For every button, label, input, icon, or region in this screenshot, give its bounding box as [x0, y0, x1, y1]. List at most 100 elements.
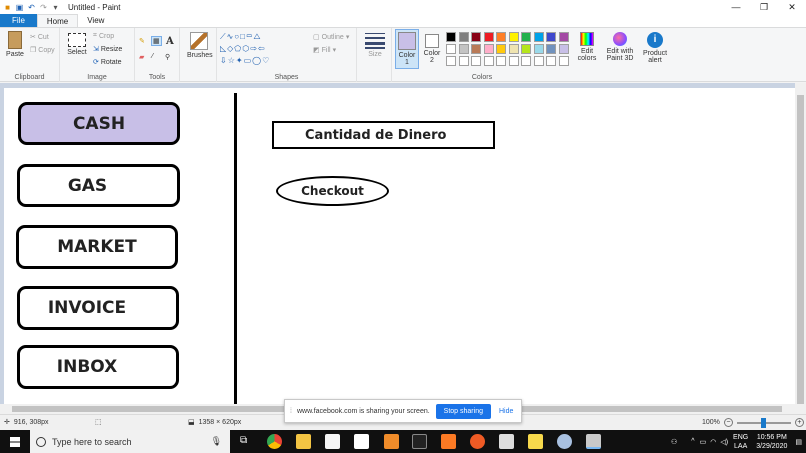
language-indicator[interactable]: ENG LAA [733, 433, 748, 451]
chevron-up-icon[interactable]: ^ [691, 438, 694, 445]
pencil-icon: ✎ [139, 38, 145, 45]
color1-button[interactable]: Color 1 [395, 29, 419, 69]
palette-swatch[interactable] [558, 56, 569, 66]
sublime-icon[interactable] [384, 434, 399, 449]
fill-tool[interactable]: ▦ [151, 36, 162, 46]
volume-icon[interactable]: ◁) [720, 438, 728, 446]
edit-with-paint3d-button[interactable]: Edit with Paint 3D [604, 32, 636, 62]
clock[interactable]: 10:56 PM 3/29/2020 [756, 433, 787, 451]
palette-swatch[interactable] [508, 32, 519, 42]
size-button[interactable]: Size [363, 33, 387, 58]
palette-swatch[interactable] [458, 32, 469, 42]
palette-swatch[interactable] [533, 56, 544, 66]
notifications-icon[interactable]: ▤ [795, 438, 802, 446]
palette-swatch[interactable] [546, 32, 556, 42]
palette-swatch[interactable] [508, 56, 519, 66]
palette-swatch[interactable] [546, 56, 556, 66]
hide-link[interactable]: Hide [499, 408, 513, 415]
zoom-slider-thumb[interactable] [760, 417, 766, 428]
fill-dropdown[interactable]: ◩ Fill ▾ [313, 46, 336, 55]
vertical-scrollbar[interactable] [795, 83, 806, 405]
rotate-button[interactable]: ⟳ Rotate [93, 58, 122, 67]
zoom-out-icon[interactable]: − [723, 418, 733, 427]
pencil-tool[interactable]: ✎ [139, 37, 145, 45]
minimize-button[interactable]: — [722, 0, 750, 14]
palette-swatch[interactable] [496, 56, 506, 66]
palette-swatch[interactable] [533, 44, 544, 54]
color-picker-tool[interactable]: ⁄ [152, 53, 153, 60]
copy-button[interactable]: ❐ Copy [30, 46, 55, 55]
zoom-in-icon[interactable]: + [794, 418, 804, 427]
battery-icon[interactable]: ▭ [700, 438, 707, 446]
palette-swatch[interactable] [558, 32, 569, 42]
calculator-icon[interactable] [499, 434, 514, 449]
palette-swatch[interactable] [496, 44, 506, 54]
palette-swatch[interactable] [508, 44, 519, 54]
file-explorer-icon[interactable] [296, 434, 311, 449]
crop-button[interactable]: ⌗ Crop [93, 32, 114, 40]
microphone-icon[interactable]: 🎙 [211, 436, 222, 447]
brushes-button[interactable]: Brushes [187, 32, 213, 59]
edit-colors-button[interactable]: Edit colors [576, 32, 598, 62]
postman-icon[interactable] [470, 434, 485, 449]
shapes-gallery[interactable]: ⟋∿○□▭△ ◺◇⬠⬡⇨⇦ ⇩☆✦▭◯♡ [220, 31, 308, 67]
palette-swatch[interactable] [446, 44, 456, 54]
paste-button[interactable]: Paste [4, 31, 26, 58]
palette-swatch[interactable] [446, 32, 456, 42]
sticky-notes-icon[interactable] [528, 434, 543, 449]
task-view-icon[interactable]: ⧉ [240, 435, 247, 446]
vertical-scroll-thumb[interactable] [797, 95, 804, 405]
terminal-icon[interactable] [412, 434, 427, 449]
palette-swatch[interactable] [471, 56, 481, 66]
product-alert-button[interactable]: i Product alert [640, 32, 670, 64]
paint-icon[interactable] [586, 434, 601, 449]
taskbar-search[interactable]: Type here to search 🎙 [30, 430, 230, 453]
outline-dropdown[interactable]: ▢ Outline ▾ [313, 33, 349, 42]
palette-swatch[interactable] [558, 44, 569, 54]
magnifier-tool[interactable]: ⚲ [165, 53, 170, 61]
undo-icon[interactable]: ↶ [27, 3, 36, 12]
select-button[interactable]: Select [66, 33, 88, 56]
palette-swatch[interactable] [483, 32, 494, 42]
palette-swatch[interactable] [471, 32, 481, 42]
maximize-button[interactable]: ❐ [750, 0, 778, 14]
palette-swatch[interactable] [533, 32, 544, 42]
store-icon[interactable] [325, 434, 340, 449]
mail-icon[interactable] [354, 434, 369, 449]
eraser-tool[interactable]: ▰ [139, 53, 144, 61]
palette-swatch[interactable] [483, 44, 494, 54]
palette-swatch[interactable] [546, 44, 556, 54]
palette-swatch[interactable] [521, 32, 531, 42]
messenger-icon[interactable] [557, 434, 572, 449]
palette-swatch[interactable] [446, 56, 456, 66]
text-tool[interactable]: A [166, 36, 174, 47]
xampp-icon[interactable] [441, 434, 456, 449]
zoom-slider[interactable] [736, 417, 791, 428]
resize-button[interactable]: ⇲ Resize [93, 45, 122, 54]
tab-view[interactable]: View [78, 14, 113, 27]
drawing-canvas[interactable]: CASH GAS MARKET INVOICE INBOX Cantidad d… [4, 88, 795, 404]
invoice-button-shape: INVOICE [17, 286, 179, 330]
quick-access-dropdown-icon[interactable]: ▾ [51, 3, 60, 12]
tab-home[interactable]: Home [36, 14, 79, 27]
cut-button[interactable]: ✂ Cut [30, 33, 49, 42]
redo-icon[interactable]: ↷ [39, 3, 48, 12]
drag-handle-icon[interactable]: ⁞ [285, 408, 297, 415]
palette-swatch[interactable] [483, 56, 494, 66]
network-icon[interactable]: ◠ [710, 438, 716, 446]
people-icon[interactable]: ⚇ [671, 438, 677, 446]
palette-swatch[interactable] [521, 56, 531, 66]
palette-swatch[interactable] [458, 56, 469, 66]
color-picker-icon: ⁄ [152, 53, 154, 60]
palette-swatch[interactable] [471, 44, 481, 54]
windows-start-icon[interactable] [10, 437, 20, 447]
close-button[interactable]: ✕ [778, 0, 806, 14]
palette-swatch[interactable] [496, 32, 506, 42]
palette-swatch[interactable] [458, 44, 469, 54]
chrome-icon[interactable] [267, 434, 282, 449]
palette-swatch[interactable] [521, 44, 531, 54]
save-icon[interactable]: ▣ [15, 3, 24, 12]
color2-button[interactable]: Color 2 [421, 31, 443, 64]
tab-file[interactable]: File [0, 14, 37, 27]
stop-sharing-button[interactable]: Stop sharing [435, 403, 491, 419]
